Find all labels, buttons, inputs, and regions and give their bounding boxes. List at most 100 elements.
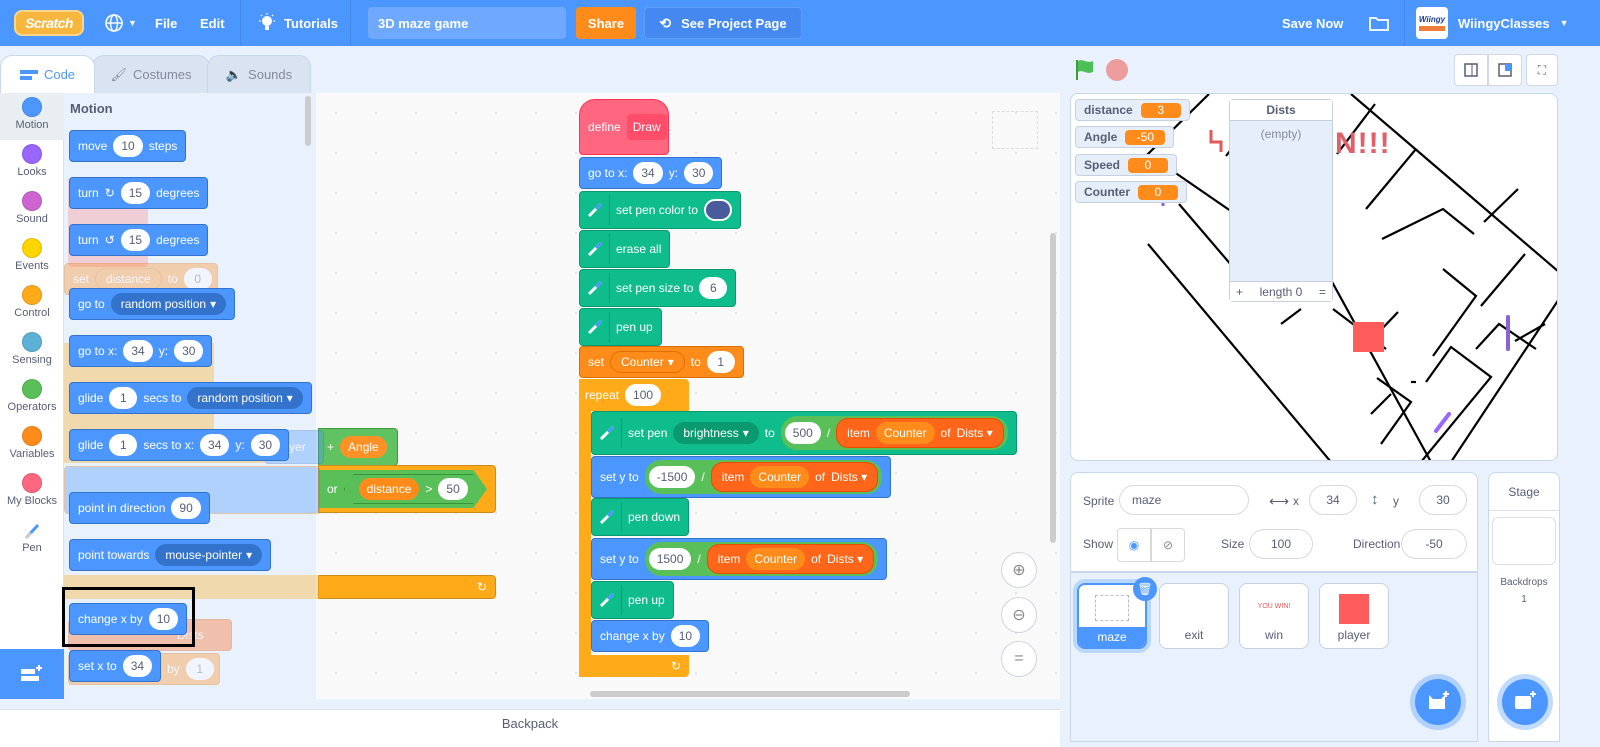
divide-operator[interactable]: 1500/ item Counter of Dists ▾ [644,542,879,576]
sprite-thumb-exit[interactable]: exit [1159,583,1229,649]
pen-color-swatch[interactable] [704,199,733,221]
backpack-label: Backpack [501,716,559,731]
change-x-block[interactable]: change x by 10 [69,603,188,635]
zoom-reset-button[interactable]: = [1001,641,1037,677]
set-pen-size-block[interactable]: set pen size to 6 [579,269,737,307]
set-counter-block[interactable]: set Counter ▾ to 1 [579,346,744,378]
sprite-name-input[interactable]: maze [1119,485,1249,515]
y-position-input[interactable]: 30 [1419,485,1467,515]
erase-all-block[interactable]: erase all [579,230,671,268]
turn-right-block[interactable]: turn ↻ 15 degrees [69,177,209,209]
divide-operator[interactable]: 500/ item Counter of Dists ▾ [780,416,1008,450]
see-project-page-button[interactable]: ⟲ See Project Page [644,7,802,39]
category-label: Variables [9,448,55,460]
project-title-input[interactable]: 3D maze game [368,7,566,39]
language-menu[interactable]: ▼ [104,0,137,46]
backpack[interactable]: Backpack [0,709,1060,747]
stage-canvas[interactable]: N!!! distance 3 Angle -50 Speed 0 Counter 0 … [1070,93,1558,461]
tutorials-button[interactable]: Tutorials [258,0,338,46]
fullscreen-button[interactable]: ⛶ [1526,54,1558,86]
item-of-list-block[interactable]: item Counter of Dists ▾ [836,418,1004,448]
edit-menu[interactable]: Edit [200,0,225,46]
list-monitor-dists[interactable]: Dists (empty) + length 0 = [1229,99,1333,302]
variable-monitor-angle[interactable]: Angle -50 [1075,126,1175,148]
category-events[interactable]: Events [0,234,64,281]
change-x-block[interactable]: change x by 10 [591,620,710,652]
list-add-button[interactable]: + [1236,285,1243,299]
category-my-blocks[interactable]: My Blocks [0,469,64,516]
category-sound[interactable]: Sound [0,187,64,234]
variable-monitor-counter[interactable]: Counter 0 [1075,181,1187,203]
go-to-xy-block[interactable]: go to x: 34 y: 30 [69,335,213,367]
workspace-scrollbar-h[interactable] [590,691,910,697]
account-menu[interactable]: Wiingy WiingyClasses ▼ [1416,0,1569,46]
turn-left-block[interactable]: turn ↺ 15 degrees [69,224,209,256]
see-project-page-label: See Project Page [681,15,787,31]
category-pen[interactable]: Pen [0,516,64,563]
set-pen-color-block[interactable]: set pen color to [579,191,742,229]
large-stage-button[interactable] [1488,54,1522,86]
zoom-out-button[interactable]: ⊖ [1001,597,1037,633]
scratch-logo[interactable]: Scratch [14,10,84,36]
go-to-xy-block[interactable]: go to x: 34 y: 30 [579,157,723,189]
glide-xy-block[interactable]: glide 1 secs to x: 34 y: 30 [69,429,290,461]
category-variables[interactable]: Variables [0,422,64,469]
item-of-list-block[interactable]: item Counter of Dists ▾ [706,544,875,574]
category-motion[interactable]: Motion [0,93,64,140]
palette-scrollbar[interactable] [305,96,311,146]
stop-button[interactable] [1106,59,1128,81]
caret-down-icon: ▼ [1559,18,1569,28]
size-input[interactable]: 100 [1249,529,1313,559]
define-draw-block[interactable]: define Draw [579,99,669,155]
category-looks[interactable]: Looks [0,140,64,187]
repeat-count-input[interactable]: 100 [625,384,662,406]
category-menu: Motion Looks Sound Events Control Sensin… [0,93,64,649]
variable-monitor-speed[interactable]: Speed 0 [1075,154,1178,176]
x-position-input[interactable]: 34 [1309,485,1357,515]
tab-code[interactable]: Code [0,55,95,93]
glide-block[interactable]: glide 1 secs to random position ▾ [69,382,312,414]
move-steps-block[interactable]: move 10 steps [69,130,187,162]
choose-sprite-button[interactable] [1415,679,1461,725]
stage-target-pane[interactable]: Stage Backdrops 1 [1488,472,1560,742]
list-resize-handle[interactable]: = [1319,285,1326,299]
sprite-thumb-maze[interactable]: maze 🗑 [1077,577,1157,649]
set-x-block[interactable]: set x to 34 [69,650,162,682]
sprite-thumb-win[interactable]: YOU WIN! win [1239,583,1309,649]
category-sensing[interactable]: Sensing [0,328,64,375]
pen-up-block[interactable]: pen up [591,581,674,619]
go-to-block[interactable]: go to random position ▾ [69,288,236,320]
add-extension-button[interactable] [0,649,64,699]
sprite-thumb-player[interactable]: player [1319,583,1389,649]
tab-costumes[interactable]: 🖌 Costumes [92,55,210,93]
tab-sounds[interactable]: 🔈 Sounds [207,55,311,93]
file-menu[interactable]: File [155,0,177,46]
point-towards-block[interactable]: point towards mouse-pointer ▾ [69,539,272,571]
green-flag-button[interactable] [1073,58,1097,85]
custom-block-name[interactable]: Draw [626,114,667,140]
pen-icon [587,319,602,335]
show-sprite-button[interactable]: ◉ [1117,528,1151,562]
item-of-list-block[interactable]: item Counter of Dists ▾ [710,462,879,492]
sound-dot-icon [22,191,42,211]
my-stuff-folder-icon[interactable] [1368,0,1390,46]
choose-backdrop-button[interactable] [1502,679,1548,725]
set-y-block[interactable]: set y to 1500/ item Counter of Dists ▾ [591,538,888,580]
set-y-block[interactable]: set y to -1500/ item Counter of Dists ▾ [591,456,892,498]
delete-sprite-button[interactable]: 🗑 [1133,577,1157,601]
share-button[interactable]: Share [576,7,636,39]
divide-operator[interactable]: -1500/ item Counter of Dists ▾ [644,460,883,494]
category-operators[interactable]: Operators [0,375,64,422]
small-stage-button[interactable] [1454,54,1488,86]
workspace-scrollbar-v[interactable] [1050,233,1056,543]
variable-monitor-distance[interactable]: distance 3 [1075,99,1190,121]
direction-input[interactable]: -50 [1401,529,1467,559]
category-control[interactable]: Control [0,281,64,328]
hide-sprite-button[interactable]: ⊘ [1151,528,1185,562]
pen-up-block[interactable]: pen up [579,308,662,346]
zoom-in-button[interactable]: ⊕ [1001,552,1037,588]
set-pen-brightness-block[interactable]: set pen brightness ▾ to 500/ item Counter of D… [591,411,1017,455]
pen-down-block[interactable]: pen down [591,498,690,536]
point-in-direction-block[interactable]: point in direction 90 [69,492,210,524]
save-now-button[interactable]: Save Now [1282,0,1343,46]
